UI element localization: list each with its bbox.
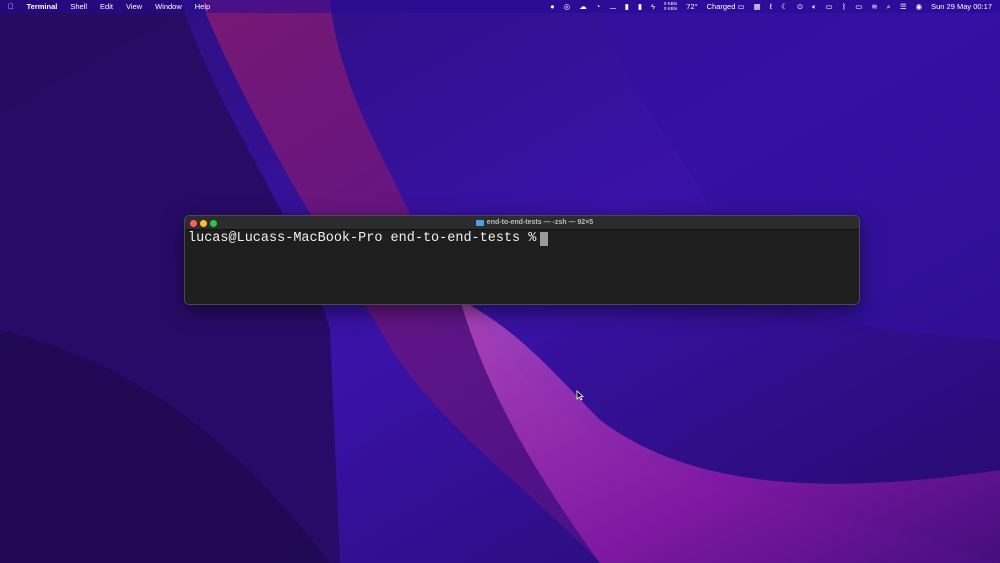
menu-shell[interactable]: Shell xyxy=(70,2,87,11)
window-title: end-to-end-tests — -zsh — 92×5 xyxy=(185,219,859,226)
mouse-pointer-icon xyxy=(576,390,584,401)
menu-app-terminal[interactable]: Terminal xyxy=(27,2,58,11)
clock[interactable]: Sun 29 May 00:17 xyxy=(931,2,992,11)
play-icon[interactable]: ⊙ xyxy=(797,2,803,11)
battery-label: Charged xyxy=(706,2,736,11)
bluetooth-icon[interactable]: ᛒ xyxy=(842,2,847,11)
wifi-icon[interactable]: ≋ xyxy=(871,2,877,11)
window-title-text: end-to-end-tests — -zsh — 92×5 xyxy=(486,219,594,226)
siri-icon[interactable]: ◉ xyxy=(916,2,923,11)
menu-edit[interactable]: Edit xyxy=(100,2,113,11)
apple-menu-icon[interactable]:  xyxy=(8,2,14,11)
battery-icon: ▭ xyxy=(737,2,745,11)
sensor-icon[interactable]: ϟ xyxy=(651,2,655,11)
menu-bar:  Terminal Shell Edit View Window Help ●… xyxy=(0,0,1000,13)
network-speed[interactable]: 0 KB/s 0 KB/s xyxy=(664,1,678,11)
vpn-icon[interactable]: ◎ xyxy=(564,2,571,11)
terminal-titlebar[interactable]: end-to-end-tests — -zsh — 92×5 xyxy=(185,216,859,230)
disk-icon[interactable]: ▮ xyxy=(638,2,642,11)
memory-icon[interactable]: ▮ xyxy=(625,2,629,11)
text-cursor xyxy=(540,231,549,246)
temperature[interactable]: 72° xyxy=(686,2,697,11)
network-down: 0 KB/s xyxy=(664,5,678,11)
menu-help[interactable]: Help xyxy=(195,2,210,11)
cpu-graph-icon[interactable]: ...... xyxy=(609,2,616,11)
scroll-icon[interactable]: ℓ xyxy=(770,2,772,11)
search-icon[interactable]: ⌕ xyxy=(887,2,891,12)
terminal-content[interactable]: lucas@Lucass-MacBook-Pro end-to-end-test… xyxy=(185,230,859,247)
battery-menu-icon[interactable]: ▭ xyxy=(855,2,862,11)
calendar-icon[interactable]: ▦ xyxy=(754,2,761,11)
cloud-icon[interactable]: ☁ xyxy=(579,2,587,11)
gauge-icon[interactable]: ◔ xyxy=(596,2,601,11)
battery-status[interactable]: Charged ▭ xyxy=(707,2,745,11)
shell-prompt: lucas@Lucass-MacBook-Pro end-to-end-test… xyxy=(188,231,537,246)
keyboard-icon[interactable]: ▭ xyxy=(826,2,833,11)
folder-icon xyxy=(475,219,484,226)
volume-icon[interactable]: 🔈︎ xyxy=(812,2,817,12)
control-center-icon[interactable]: ☰ xyxy=(900,2,907,11)
menu-window[interactable]: Window xyxy=(155,2,182,11)
record-icon[interactable]: ● xyxy=(550,2,555,11)
moon-icon[interactable]: ☾ xyxy=(781,2,788,11)
terminal-window[interactable]: end-to-end-tests — -zsh — 92×5 lucas@Luc… xyxy=(184,215,860,305)
menu-view[interactable]: View xyxy=(126,2,142,11)
